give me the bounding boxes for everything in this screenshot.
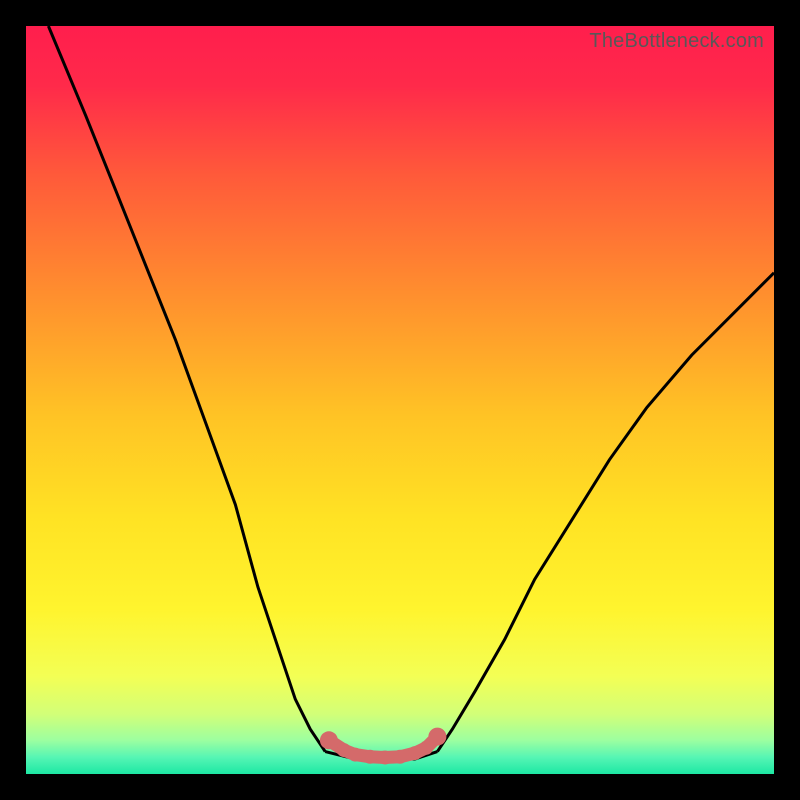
- chart-svg: [26, 26, 774, 774]
- highlight-dot: [320, 731, 338, 749]
- watermark-text: TheBottleneck.com: [589, 30, 764, 53]
- gradient-background: [26, 26, 774, 774]
- plot-area: TheBottleneck.com: [26, 26, 774, 774]
- chart-frame: TheBottleneck.com: [0, 0, 800, 800]
- highlight-dot: [428, 728, 446, 746]
- highlight-dot: [363, 750, 377, 764]
- highlight-dot: [378, 751, 392, 765]
- highlight-dot: [393, 750, 407, 764]
- highlight-dot: [348, 748, 362, 762]
